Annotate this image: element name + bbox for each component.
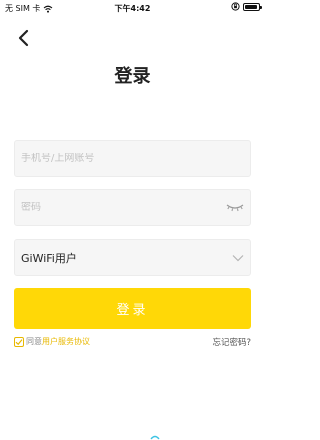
chevron-down-icon xyxy=(232,254,244,261)
chevron-left-icon xyxy=(18,29,29,47)
user-type-select[interactable]: GiWiFi用户 xyxy=(14,239,251,276)
terms-link[interactable]: 用户服务协议 xyxy=(42,336,90,347)
password-input[interactable] xyxy=(21,202,226,213)
account-field[interactable] xyxy=(14,140,251,177)
agree-prefix: 同意 xyxy=(26,337,42,346)
status-time: 下午4:42 xyxy=(114,4,151,13)
status-bar: 无 SIM 卡 下午4:42 xyxy=(0,0,265,16)
status-right xyxy=(231,2,262,11)
account-input[interactable] xyxy=(21,153,244,164)
agreement-row: 同意 用户服务协议 xyxy=(14,336,90,347)
battery-icon xyxy=(243,2,262,11)
page-title: 登录 xyxy=(112,62,153,90)
rotation-lock-icon xyxy=(231,2,240,11)
login-button[interactable]: 登录 xyxy=(14,288,251,329)
title-wrap: 登录 xyxy=(0,62,265,90)
agree-checkbox[interactable] xyxy=(14,336,24,347)
back-button[interactable] xyxy=(12,27,34,49)
user-type-value: GiWiFi用户 xyxy=(21,251,77,265)
eye-closed-icon[interactable] xyxy=(226,203,244,213)
checkmark-icon xyxy=(15,338,23,345)
password-field[interactable] xyxy=(14,189,251,226)
wifi-hint-icon xyxy=(150,435,160,440)
battery-fill xyxy=(245,4,257,9)
forgot-password-link[interactable]: 忘记密码? xyxy=(212,336,251,348)
